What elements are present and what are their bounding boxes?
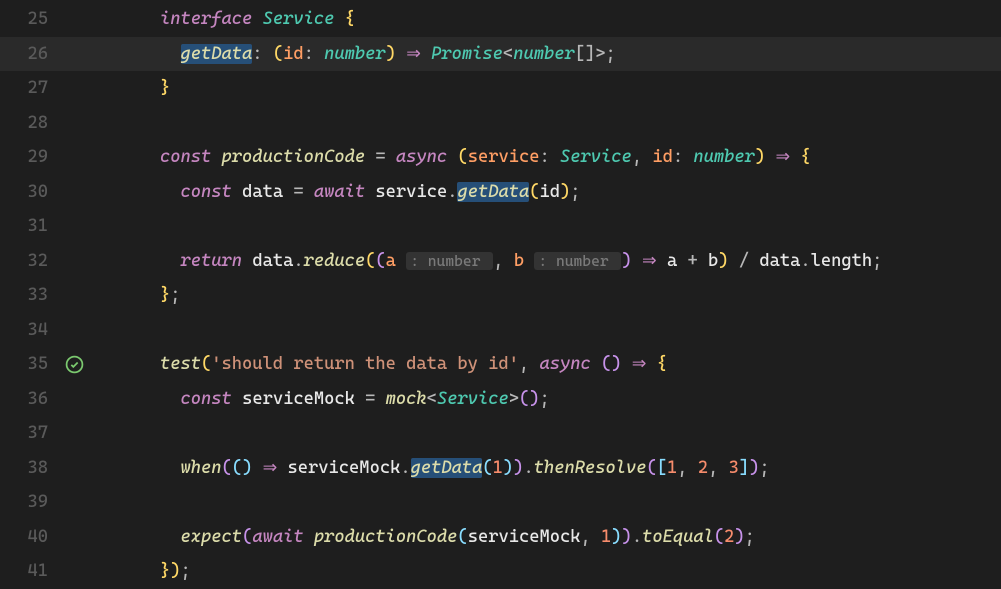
code-line[interactable]: 37 bbox=[0, 416, 1001, 451]
code-content: return data.reduce((a : number , b : num… bbox=[160, 244, 1001, 279]
code-content: test('should return the data by id', asy… bbox=[160, 347, 1001, 382]
code-line-active[interactable]: 26 getData: (id: number) ⇒ Promise<numbe… bbox=[0, 37, 1001, 72]
line-number: 26 bbox=[0, 37, 48, 72]
code-content: const serviceMock = mock<Service>(); bbox=[160, 382, 1001, 417]
inlay-hint: : number bbox=[406, 252, 493, 270]
selection-highlight: getData bbox=[457, 182, 529, 202]
code-line[interactable]: 36 const serviceMock = mock<Service>(); bbox=[0, 382, 1001, 417]
code-line[interactable]: 25 interface Service { bbox=[0, 2, 1001, 37]
inlay-hint: : number bbox=[534, 252, 621, 270]
code-content: }; bbox=[160, 278, 1001, 313]
code-line[interactable]: 34 bbox=[0, 313, 1001, 348]
code-line[interactable]: 31 bbox=[0, 209, 1001, 244]
gutter-icon-slot[interactable] bbox=[48, 355, 100, 374]
code-line[interactable]: 30 const data = await service.getData(id… bbox=[0, 175, 1001, 210]
line-number: 35 bbox=[0, 347, 48, 382]
line-number: 25 bbox=[0, 2, 48, 37]
line-number: 31 bbox=[0, 209, 48, 244]
line-number: 33 bbox=[0, 278, 48, 313]
line-number: 32 bbox=[0, 244, 48, 279]
line-number: 37 bbox=[0, 416, 48, 451]
code-content: }); bbox=[160, 554, 1001, 589]
code-content: getData: (id: number) ⇒ Promise<number[]… bbox=[160, 37, 1001, 72]
code-line[interactable]: 32 return data.reduce((a : number , b : … bbox=[0, 244, 1001, 279]
code-line[interactable]: 28 bbox=[0, 106, 1001, 141]
code-content: const data = await service.getData(id); bbox=[160, 175, 1001, 210]
line-number: 40 bbox=[0, 520, 48, 555]
line-number: 34 bbox=[0, 313, 48, 348]
line-number: 30 bbox=[0, 175, 48, 210]
line-number: 41 bbox=[0, 554, 48, 589]
code-line[interactable]: 33 }; bbox=[0, 278, 1001, 313]
line-number: 39 bbox=[0, 485, 48, 520]
line-number: 29 bbox=[0, 140, 48, 175]
code-line[interactable]: 29 const productionCode = async (service… bbox=[0, 140, 1001, 175]
line-number: 27 bbox=[0, 71, 48, 106]
code-content: when(() ⇒ serviceMock.getData(1)).thenRe… bbox=[160, 451, 1001, 486]
code-content: expect(await productionCode(serviceMock,… bbox=[160, 520, 1001, 555]
code-line[interactable]: 27 } bbox=[0, 71, 1001, 106]
selection-highlight: getData bbox=[181, 44, 253, 64]
selection-highlight: getData bbox=[411, 458, 483, 478]
code-content: interface Service { bbox=[160, 2, 1001, 37]
code-content: const productionCode = async (service: S… bbox=[160, 140, 1001, 175]
code-line[interactable]: 35 test('should return the data by id', … bbox=[0, 347, 1001, 382]
line-number: 36 bbox=[0, 382, 48, 417]
test-pass-icon[interactable] bbox=[65, 355, 84, 374]
code-line[interactable]: 41 }); bbox=[0, 554, 1001, 589]
code-content: } bbox=[160, 71, 1001, 106]
line-number: 28 bbox=[0, 106, 48, 141]
line-number: 38 bbox=[0, 451, 48, 486]
code-line[interactable]: 39 bbox=[0, 485, 1001, 520]
code-line[interactable]: 40 expect(await productionCode(serviceMo… bbox=[0, 520, 1001, 555]
code-line[interactable]: 38 when(() ⇒ serviceMock.getData(1)).the… bbox=[0, 451, 1001, 486]
